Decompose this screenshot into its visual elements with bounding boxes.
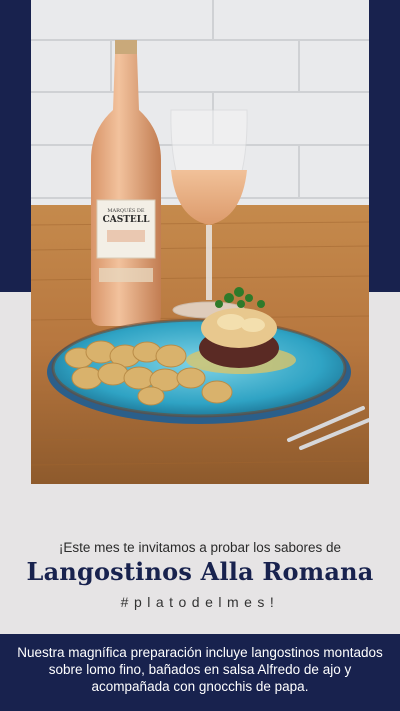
dish-photo: MARQUÉS DE CASTELL [31, 0, 369, 484]
invite-text: ¡Este mes te invitamos a probar los sabo… [58, 540, 342, 555]
dish-description: Nuestra magnífica preparación incluye la… [17, 645, 383, 694]
bottle-label-brand: CASTELL [103, 215, 151, 225]
hashtag: #platodelmes! [120, 594, 280, 610]
bottle-label-top: MARQUÉS DE [107, 206, 144, 214]
dish-title: Langostinos Alla Romana [26, 557, 374, 586]
